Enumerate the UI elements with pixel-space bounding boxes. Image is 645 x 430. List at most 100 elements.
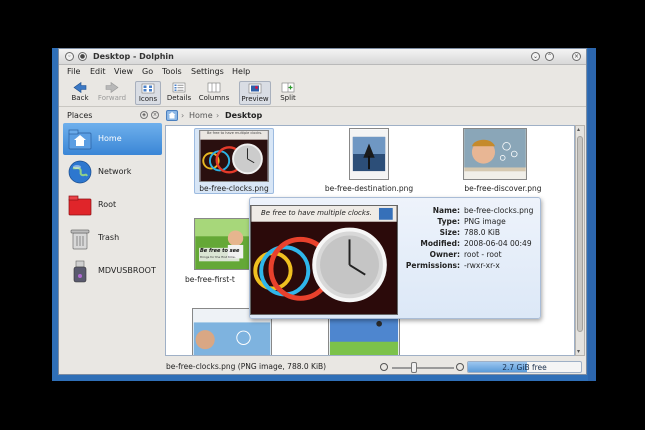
forward-label: Forward [97,94,127,102]
trash-icon [70,229,90,250]
back-button[interactable]: Back [67,81,93,105]
places-panel: Places ◈ × Home Network Root Trash MDVUS… [59,107,162,362]
places-header: Places [67,111,93,120]
toolbar: Back Forward Icons Details Columns Previ… [59,79,586,107]
details-view-button[interactable]: Details [166,81,192,105]
window-menu-icon[interactable]: ◦ [65,52,74,61]
menu-settings[interactable]: Settings [191,67,224,76]
tooltip-key-owner: Owner: [429,250,460,259]
tooltip-value-modified: 2008-06-04 00:49 [464,239,532,248]
file-info-tooltip: Be free to have multiple clocks. Name: b… [249,197,541,319]
status-message: be-free-clocks.png (PNG image, 788.0 KiB… [166,362,327,371]
details-label: Details [166,94,192,102]
file-name: be-free-discover.png [464,184,542,193]
menu-file[interactable]: File [67,67,80,76]
place-usb-drive[interactable]: MDVUSBROOT [63,255,162,287]
icons-label: Icons [138,95,158,103]
window-title: Desktop - Dolphin [93,52,174,61]
menu-view[interactable]: View [114,67,133,76]
file-thumbnail [199,130,269,182]
breadcrumb-home[interactable]: Home [189,111,213,120]
desktop-background-edge [588,48,596,381]
zoom-slider[interactable] [392,367,454,369]
menu-go[interactable]: Go [142,67,153,76]
columns-view-button[interactable]: Columns [198,81,230,105]
file-thumbnail [194,218,254,270]
split-icon [281,82,295,93]
maximize-icon[interactable]: ⌃ [545,52,554,61]
zoom-out-icon[interactable] [380,363,388,371]
tooltip-value-name: be-free-clocks.png [464,206,534,215]
network-globe-icon [68,160,92,184]
file-name: be-free-first-t [185,275,235,284]
place-trash-label: Trash [98,233,120,242]
places-float-icon[interactable]: ◈ [140,111,148,119]
file-thumbnail [463,128,527,180]
free-space-label: 2.7 GiB free [502,363,547,372]
scroll-up-icon[interactable]: ▴ [577,126,580,133]
place-usb-label: MDVUSBROOT [98,266,156,275]
menu-tools[interactable]: Tools [162,67,182,76]
place-network-label: Network [98,167,132,176]
file-name: be-free-clocks.png [199,184,269,193]
back-label: Back [71,94,89,102]
details-view-icon [172,82,186,93]
home-folder-icon [68,129,92,150]
back-arrow-icon [73,82,87,93]
preview-label: Preview [241,95,269,103]
breadcrumb-separator-icon: › [216,111,220,120]
place-home-label: Home [98,134,122,143]
home-crumb-icon[interactable] [166,110,178,121]
preview-button[interactable]: Preview [239,81,271,105]
places-close-icon[interactable]: × [151,111,159,119]
tooltip-key-size: Size: [439,228,460,237]
file-item[interactable]: be-free-discover.png [448,128,558,194]
menu-help[interactable]: Help [232,67,250,76]
tooltip-value-permissions: -rwxr-xr-x [464,261,500,270]
file-thumbnail [328,318,400,355]
split-button[interactable]: Split [277,81,299,105]
preview-icon [248,83,262,94]
tooltip-key-name: Name: [432,206,460,215]
breadcrumb-current[interactable]: Desktop [225,111,262,120]
split-label: Split [280,94,296,102]
icons-view-icon [141,83,155,94]
thumbnail-subcaption: things for the first time. [200,255,236,259]
zoom-slider-handle[interactable] [411,362,417,373]
place-trash[interactable]: Trash [63,222,162,254]
place-home[interactable]: Home [63,123,162,155]
file-name: be-free-destination.png [324,184,414,193]
scrollbar-thumb[interactable] [577,136,583,332]
forward-arrow-icon [105,82,119,93]
menubar: File Edit View Go Tools Settings Help [59,65,586,79]
tooltip-value-type: PNG image [464,217,506,226]
place-root-label: Root [98,200,117,209]
titlebar: ◦ ● Desktop - Dolphin ⌄ ⌃ × [59,49,586,65]
window-info-icon[interactable]: ● [78,52,87,61]
scroll-down-icon[interactable]: ▾ [577,348,580,355]
icons-view-button[interactable]: Icons [135,81,161,105]
statusbar: be-free-clocks.png (PNG image, 788.0 KiB… [59,359,586,374]
close-icon[interactable]: × [572,52,581,61]
thumbnail-caption: Be free to have multiple clocks. [207,131,263,135]
tooltip-value-owner: root - root [464,250,502,259]
place-root[interactable]: Root [63,189,162,221]
menu-edit[interactable]: Edit [90,67,106,76]
minimize-icon[interactable]: ⌄ [531,52,540,61]
thumbnail-caption: Be free to see [200,248,240,254]
vertical-scrollbar[interactable]: ▴ ▾ [575,125,585,356]
breadcrumb-separator-icon: › [181,111,185,120]
tooltip-key-modified: Modified: [420,239,460,248]
forward-button[interactable]: Forward [97,81,127,105]
file-item[interactable]: be-free-destination.png [314,128,424,194]
place-network[interactable]: Network [63,156,162,188]
tooltip-key-permissions: Permissions: [405,261,460,270]
dolphin-window: ◦ ● Desktop - Dolphin ⌄ ⌃ × File Edit Vi… [58,48,587,375]
file-item[interactable]: Be free to have multiple clocks. be-free… [194,128,274,194]
free-space-indicator: 2.7 GiB free [467,361,582,373]
usb-drive-icon [73,260,87,283]
zoom-in-icon[interactable] [456,363,464,371]
file-thumbnail [349,128,389,180]
root-folder-icon [68,195,92,216]
tooltip-key-type: Type: [437,217,460,226]
